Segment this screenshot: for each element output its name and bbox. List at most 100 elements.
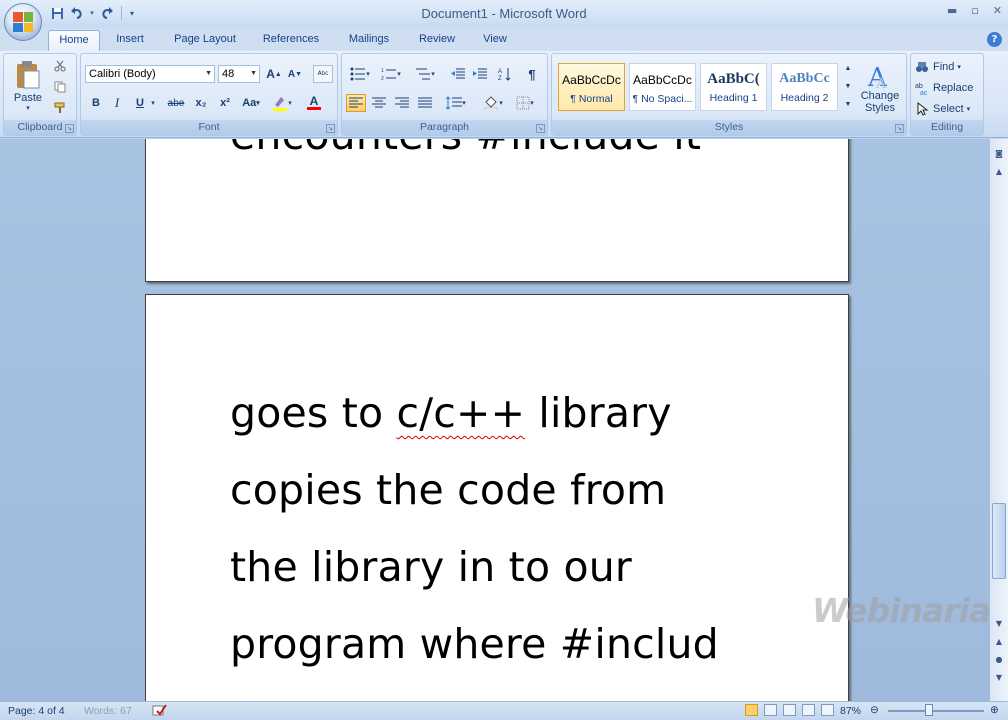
zoom-out-icon[interactable]: ⊖ [870,704,879,716]
zoom-slider-thumb[interactable] [925,704,933,716]
font-launcher-icon[interactable]: ↘ [326,124,335,133]
sort-icon[interactable]: AZ [494,65,516,83]
styles-launcher-icon[interactable]: ↘ [895,124,904,133]
show-formatting-button[interactable]: ¶ [522,65,542,83]
scroll-thumb[interactable] [992,503,1006,579]
vertical-scrollbar[interactable]: ◙ ▲ ▼ ▲ ● ▼ [990,139,1008,701]
italic-button[interactable]: I [108,94,126,112]
paste-icon [17,61,40,89]
zoom-slider[interactable] [888,710,984,712]
bullets-button[interactable]: ▾ [346,65,374,83]
zoom-in-icon[interactable]: ⊕ [990,704,999,716]
watermark-text: Webinaria [812,591,990,630]
tab-mailings[interactable]: Mailings [338,30,400,51]
page-3[interactable]: encounters #include it [145,139,849,282]
bold-button[interactable]: B [87,94,105,112]
underline-button[interactable]: U [131,94,149,112]
copy-icon[interactable] [52,79,68,95]
styles-scroll-down-icon[interactable]: ▼ [842,78,854,94]
word-count[interactable]: Words: 67 [84,705,132,717]
style-heading-2-name: Heading 2 [780,92,829,104]
decrease-indent-icon[interactable] [448,65,468,83]
tab-references[interactable]: References [254,30,328,51]
numbering-button[interactable]: 1 2 ▾ [376,65,406,83]
spelling-error-word: c/c++ [396,389,526,437]
style-heading-1-sample: AaBbC( [707,71,760,87]
page-4[interactable]: goes to c/c++ library copies the code fr… [145,294,849,701]
multilevel-list-button[interactable]: ▾ [410,65,440,83]
style-no-spacing-name: ¶ No Spaci... [632,93,693,105]
font-size-select[interactable]: 48 ▼ [218,65,260,83]
close-icon[interactable]: ✕ [993,4,1002,17]
select-browse-object-icon[interactable]: ● [991,651,1007,667]
view-buttons [745,704,834,716]
subscript-button[interactable]: x₂ [191,94,211,112]
line-spacing-button[interactable]: ▾ [442,94,470,112]
help-icon[interactable]: ? [987,32,1002,47]
style-heading-1[interactable]: AaBbC( Heading 1 [700,63,767,111]
previous-page-icon[interactable]: ▲ [991,633,1007,649]
strikethrough-button[interactable]: abe [165,94,187,112]
borders-button[interactable]: ▾ [510,94,540,112]
highlight-color-button[interactable]: ▾ [269,94,295,112]
find-button[interactable]: Find ▾ [915,58,981,76]
format-painter-icon[interactable] [52,100,68,116]
style-no-spacing-sample: AaBbCcDc [633,73,692,87]
full-screen-reading-icon[interactable] [764,704,777,716]
paragraph-launcher-icon[interactable]: ↘ [536,124,545,133]
doc-line-1-b: library [525,389,672,437]
increase-indent-icon[interactable] [470,65,490,83]
editing-label: Editing [911,120,983,135]
scroll-up-icon[interactable]: ▲ [991,163,1007,179]
clipboard-launcher-icon[interactable]: ↘ [65,124,74,133]
restore-icon[interactable]: ▫ [971,4,978,17]
paragraph-label: Paragraph [342,120,547,135]
change-case-button[interactable]: Aa ▾ [239,94,263,112]
font-color-button[interactable]: A [301,94,327,112]
styles-label: Styles [552,120,906,135]
print-layout-icon[interactable] [745,704,758,716]
minimize-icon[interactable]: ▬ [947,4,957,17]
style-normal[interactable]: AaBbCcDc ¶ Normal [558,63,625,111]
justify-button[interactable] [415,94,435,112]
tab-view[interactable]: View [474,30,516,51]
change-styles-button[interactable]: AA Change Styles [856,58,904,118]
web-layout-icon[interactable] [783,704,796,716]
tab-home[interactable]: Home [48,30,100,51]
align-center-button[interactable] [369,94,389,112]
styles-more-icon[interactable]: ▼ [842,96,854,112]
style-heading-2[interactable]: AaBbCc Heading 2 [771,63,838,111]
editing-group: Find ▾ ab ac Replace Select ▾ Editing [910,53,984,136]
tab-review[interactable]: Review [410,30,464,51]
paste-button[interactable]: Paste ▾ [10,57,46,115]
shading-button[interactable]: ▾ [478,94,508,112]
tab-page-layout[interactable]: Page Layout [166,30,244,51]
zoom-level[interactable]: 87% [840,705,861,717]
underline-dropdown-icon[interactable]: ▾ [149,94,157,112]
office-button[interactable] [4,3,42,41]
shrink-font-button[interactable]: A ▼ [286,65,304,83]
clear-formatting-icon[interactable]: ᴬᵇᶜ [313,65,333,83]
style-heading-1-name: Heading 1 [709,92,758,104]
document-area[interactable]: encounters #include it goes to c/c++ lib… [0,139,990,701]
cut-icon[interactable] [52,58,68,74]
next-page-icon[interactable]: ▼ [991,669,1007,685]
align-left-button[interactable] [346,94,366,112]
watermark-logo: Webinaria [812,591,990,630]
styles-scroll-up-icon[interactable]: ▲ [842,60,854,76]
tab-insert[interactable]: Insert [106,30,154,51]
ruler-toggle-icon[interactable]: ◙ [991,145,1007,161]
select-button[interactable]: Select ▾ [915,100,981,118]
style-no-spacing[interactable]: AaBbCcDc ¶ No Spaci... [629,63,696,111]
page-count[interactable]: Page: 4 of 4 [8,705,65,717]
outline-icon[interactable] [802,704,815,716]
replace-button[interactable]: ab ac Replace [915,79,981,97]
align-right-button[interactable] [392,94,412,112]
grow-font-button[interactable]: A ▲ [265,65,283,83]
svg-text:A: A [875,76,887,90]
proofing-icon[interactable] [152,703,168,720]
draft-icon[interactable] [821,704,834,716]
superscript-button[interactable]: x² [215,94,235,112]
scroll-down-icon[interactable]: ▼ [991,615,1007,631]
font-family-select[interactable]: Calibri (Body) ▼ [85,65,215,83]
